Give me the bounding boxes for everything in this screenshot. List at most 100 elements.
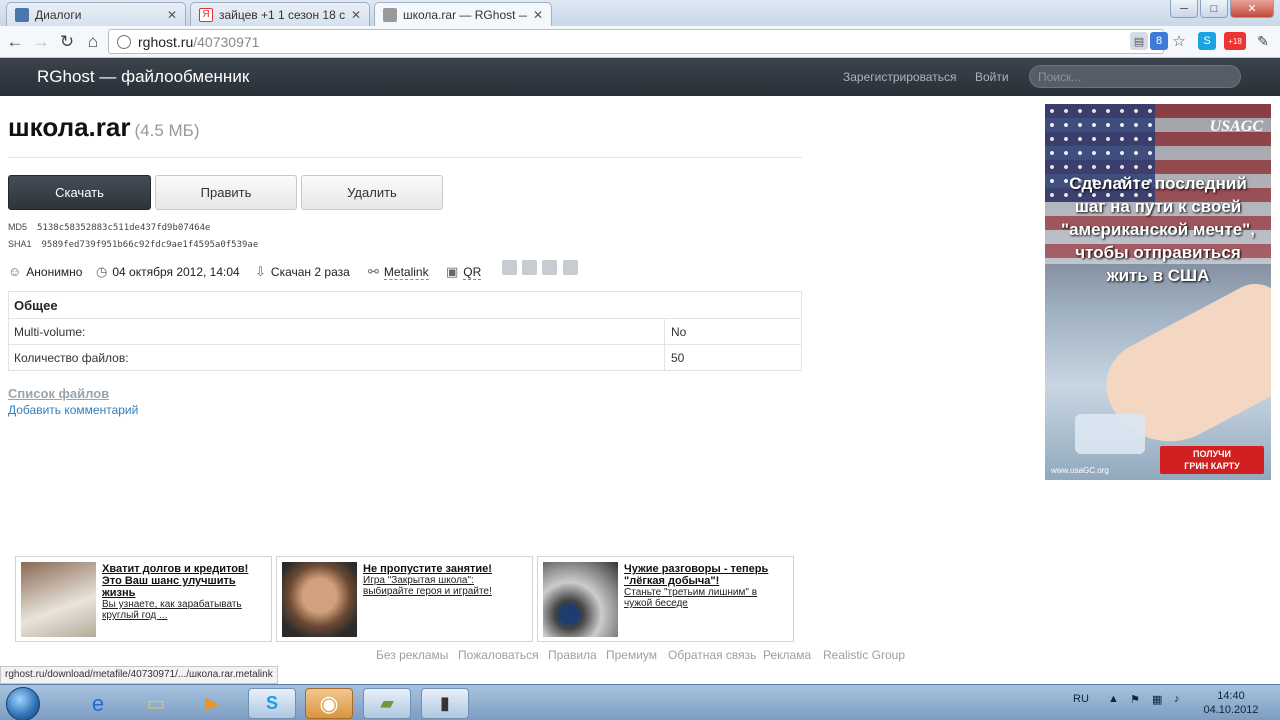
delete-button[interactable]: Удалить	[301, 175, 443, 210]
download-button[interactable]: Скачать	[8, 175, 151, 210]
close-tab-icon[interactable]: ✕	[351, 8, 361, 22]
network-icon[interactable]: ▦	[1152, 693, 1162, 706]
row-value: No	[671, 324, 687, 339]
green-card-banner[interactable]: USAGC Сделайте последний шаг на пути к с…	[1045, 104, 1271, 480]
address-bar[interactable]: rghost.ru/40730971	[108, 29, 1164, 54]
window-controls: ─ □ ✕	[1170, 0, 1274, 18]
reload-button[interactable]: ↻	[56, 31, 78, 53]
flag-icon[interactable]: ⚑	[1130, 693, 1140, 706]
banner-text: Сделайте последний шаг на пути к своей "…	[1045, 172, 1271, 287]
qr-info[interactable]: ▣ QR	[446, 264, 482, 280]
ad-title-text: Чужие разговоры - теперь "лёгкая добыча"…	[624, 563, 769, 587]
home-button[interactable]: ⌂	[82, 31, 104, 53]
table-heading: Общее	[14, 297, 58, 313]
search-input[interactable]: Поиск...	[1029, 65, 1241, 88]
close-tab-icon[interactable]: ✕	[533, 8, 543, 22]
site-header: RGhost — файлообменник Зарегистрироватьс…	[0, 58, 1280, 96]
ad-title[interactable]: Чужие разговоры - теперь "лёгкая добыча"…	[624, 563, 785, 609]
puzzle-image	[1075, 414, 1145, 454]
ad-title[interactable]: Не пропустите занятие! Игра "Закрытая шк…	[363, 563, 524, 597]
wrench-icon[interactable]: ✎	[1254, 32, 1272, 50]
uploader-info: ☺ Анонимно	[8, 264, 82, 279]
ad-title[interactable]: Хватит долгов и кредитов! Это Ваш шанс у…	[102, 563, 263, 621]
footer-rules[interactable]: Правила	[548, 648, 597, 662]
footer-premium[interactable]: Премиум	[606, 648, 657, 662]
url-host: rghost.ru	[138, 33, 194, 50]
footer-realistic-group[interactable]: Realistic Group	[823, 648, 905, 662]
ad-block[interactable]: Хватит долгов и кредитов! Это Ваш шанс у…	[15, 556, 272, 642]
recorder-icon[interactable]: ▮	[421, 688, 469, 719]
minimize-button[interactable]: ─	[1170, 0, 1198, 18]
vk-icon	[15, 7, 29, 22]
tab-dialogs[interactable]: Диалоги ✕	[6, 2, 186, 26]
site-logo[interactable]: RGhost — файлообменник	[37, 67, 249, 87]
footer-feedback[interactable]: Обратная связь	[668, 648, 756, 662]
get-green-card-button[interactable]: ПОЛУЧИ ГРИН КАРТУ	[1160, 446, 1264, 474]
date-info: ◷ 04 октября 2012, 14:04	[96, 264, 240, 280]
sha1-value: 9589fed739f951b66c92fdc9ae1f4595a0f539ae	[41, 240, 259, 250]
age-badge-icon[interactable]: +18	[1224, 32, 1246, 50]
close-window-button[interactable]: ✕	[1230, 0, 1274, 18]
footer-complain[interactable]: Пожаловаться	[458, 648, 539, 662]
back-button[interactable]: ←	[4, 31, 26, 53]
edit-button[interactable]: Править	[155, 175, 297, 210]
ad-title-text: Хватит долгов и кредитов! Это Ваш шанс у…	[102, 563, 249, 599]
clock-icon: ◷	[96, 264, 108, 279]
ad-block[interactable]: Чужие разговоры - теперь "лёгкая добыча"…	[537, 556, 794, 642]
divider	[8, 157, 802, 158]
tab-rghost[interactable]: школа.rar — RGhost — файлообменник ✕	[374, 2, 552, 26]
language-indicator[interactable]: RU	[1073, 693, 1089, 705]
skype-ext-icon[interactable]: S	[1198, 32, 1216, 50]
download-count: Скачан 2 раза	[270, 265, 350, 279]
banner-line: Сделайте последний	[1069, 174, 1247, 193]
tab-yandex[interactable]: Я зайцев +1 1 сезон 18 серия ✕	[190, 2, 370, 26]
table-header: Общее	[9, 292, 801, 318]
cta-line: ГРИН КАРТУ	[1184, 461, 1240, 471]
qr-link[interactable]: QR	[463, 265, 482, 280]
register-link[interactable]: Зарегистрироваться	[843, 70, 956, 84]
notes-icon[interactable]: ▰	[363, 688, 411, 719]
folder-icon[interactable]: ▭	[132, 688, 180, 719]
add-comment-link[interactable]: Добавить комментарий	[8, 403, 138, 417]
footer-no-ads[interactable]: Без рекламы	[376, 648, 448, 662]
taskbar: e ▭ ▶ S ◉ ▰ ▮ RU ▲ ⚑ ▦ ♪ 14:40 04.10.201…	[0, 684, 1280, 720]
chrome-icon[interactable]: ◉	[305, 688, 353, 719]
login-link[interactable]: Войти	[975, 70, 1009, 84]
row-label: Multi-volume:	[9, 319, 665, 344]
file-size: (4.5 МБ)	[134, 121, 200, 140]
ad-description: Игра "Закрытая школа": выбирайте героя и…	[363, 575, 492, 597]
row-value: 50	[671, 350, 685, 365]
page-icon[interactable]: ▤	[1130, 32, 1148, 50]
browser-toolbar: ← → ↻ ⌂ rghost.ru/40730971 ▤ 8 ☆ S +18 ✎	[0, 26, 1280, 58]
ad-block[interactable]: Не пропустите занятие! Игра "Закрытая шк…	[276, 556, 533, 642]
google-plus-icon[interactable]: 8	[1150, 32, 1168, 50]
tray-arrow-icon[interactable]: ▲	[1108, 693, 1119, 705]
facebook-icon[interactable]	[502, 260, 517, 275]
footer-ads[interactable]: Реклама	[763, 648, 811, 662]
start-button[interactable]	[6, 687, 40, 720]
ie-icon[interactable]: e	[74, 688, 122, 719]
metalink-link[interactable]: Metalink	[383, 265, 429, 280]
vk-share-icon[interactable]	[522, 260, 537, 275]
banner-site: www.usaGC.org	[1051, 466, 1109, 475]
twitter-icon[interactable]	[542, 260, 557, 275]
maximize-button[interactable]: □	[1200, 0, 1228, 18]
volume-icon[interactable]: ♪	[1174, 693, 1180, 705]
clock[interactable]: 14:40 04.10.2012	[1200, 689, 1262, 717]
banner-line: "американской мечте",	[1061, 220, 1255, 239]
md5-label: MD5	[8, 222, 28, 232]
media-player-icon[interactable]: ▶	[188, 688, 236, 719]
sha1-row: SHA1 9589fed739f951b66c92fdc9ae1f4595a0f5…	[8, 239, 258, 250]
forward-button[interactable]: →	[30, 31, 52, 53]
cta-line: ПОЛУЧИ	[1193, 449, 1231, 459]
star-icon[interactable]: ☆	[1170, 32, 1188, 50]
file-list-link[interactable]: Список файлов	[8, 386, 109, 401]
metalink-info[interactable]: ⚯ Metalink	[368, 264, 429, 280]
ad-thumbnail	[543, 562, 618, 637]
close-tab-icon[interactable]: ✕	[167, 8, 177, 22]
page-title: школа.rar (4.5 МБ)	[8, 112, 199, 143]
banner-line: шаг на пути к своей	[1074, 197, 1242, 216]
livejournal-icon[interactable]	[563, 260, 578, 275]
skype-icon[interactable]: S	[248, 688, 296, 719]
clock-date: 04.10.2012	[1203, 704, 1259, 716]
